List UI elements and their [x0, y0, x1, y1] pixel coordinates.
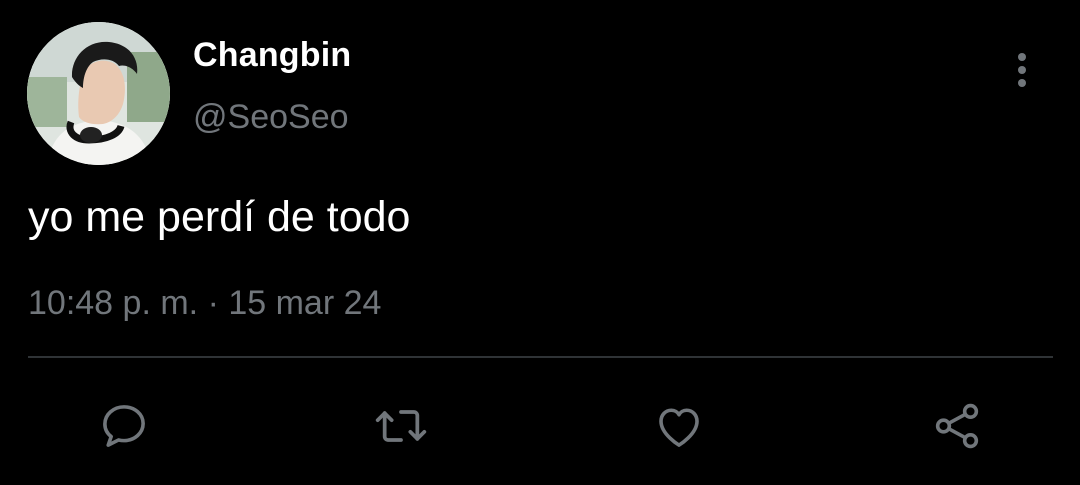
more-dot — [1018, 53, 1026, 61]
avatar[interactable] — [27, 22, 170, 165]
meta-separator: · — [207, 284, 219, 322]
tweet-detail: Changbin @SeoSeo yo me perdí de todo 10:… — [0, 0, 1080, 485]
more-dot — [1018, 79, 1026, 87]
share-button[interactable] — [929, 398, 985, 454]
tweet-timestamp: 10:48 p. m. · 15 mar 24 — [28, 284, 381, 323]
retweet-icon — [375, 410, 427, 442]
tweet-time[interactable]: 10:48 p. m. — [28, 284, 198, 322]
divider — [28, 356, 1053, 358]
like-button[interactable] — [651, 398, 707, 454]
tweet-date[interactable]: 15 mar 24 — [228, 284, 381, 322]
reply-button[interactable] — [96, 398, 152, 454]
heart-icon — [659, 408, 699, 447]
profile-photo — [27, 22, 170, 165]
author-display-name[interactable]: Changbin — [193, 36, 351, 75]
reply-icon — [103, 405, 145, 447]
share-icon — [935, 403, 979, 449]
tweet-text: yo me perdí de todo — [28, 193, 411, 241]
more-dot — [1018, 66, 1026, 74]
more-vertical-icon[interactable] — [1006, 48, 1038, 92]
retweet-button[interactable] — [373, 398, 429, 454]
author-handle[interactable]: @SeoSeo — [193, 98, 349, 137]
